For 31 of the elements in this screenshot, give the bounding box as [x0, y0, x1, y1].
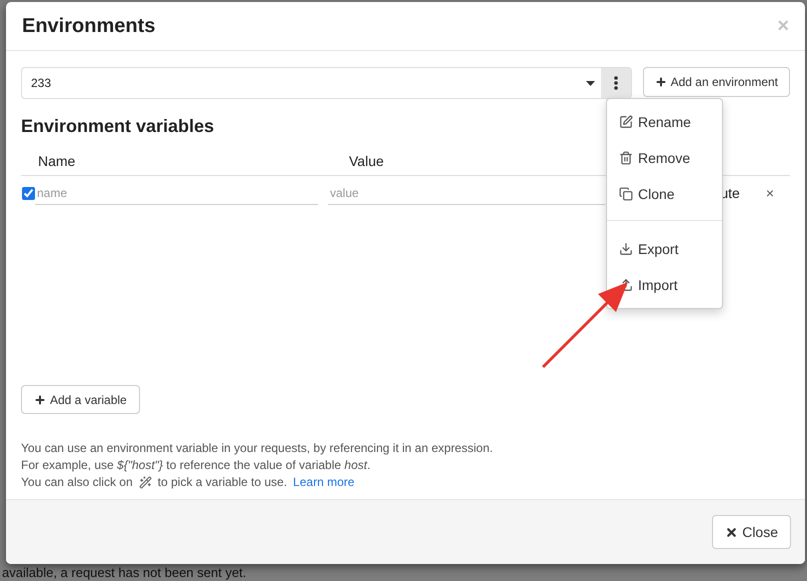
menu-item[interactable]: Remove — [607, 140, 722, 176]
edit-icon — [619, 115, 633, 129]
plus-icon — [34, 394, 46, 406]
menu-item[interactable]: Clone — [607, 176, 722, 212]
add-variable-button[interactable]: Add a variable — [21, 385, 140, 414]
learn-more-link[interactable]: Learn more — [293, 475, 354, 489]
copy-icon — [619, 187, 633, 201]
menu-item[interactable]: Rename — [607, 104, 722, 140]
plus-icon — [654, 76, 667, 88]
caret-icon — [586, 80, 595, 86]
wand-icon — [138, 476, 152, 488]
enabled-checkbox[interactable] — [22, 186, 35, 200]
section-title: Environment variables — [21, 116, 214, 137]
close-button[interactable]: Close — [712, 515, 791, 549]
trash-icon — [619, 151, 633, 165]
help-text: For example, use ${"host"} to reference the value of variable host. — [21, 458, 372, 472]
more-button[interactable] — [600, 68, 631, 98]
help-text: You can also click on — [21, 475, 133, 489]
column-header: Name — [38, 153, 76, 169]
environment-select[interactable]: 233 — [21, 67, 632, 99]
download-icon — [619, 242, 633, 256]
help-text: You can use an environment variable in your requests, by referencing it in an expression. — [21, 441, 494, 455]
more-icon — [614, 76, 618, 90]
help-text: to pick a variable to use. — [158, 475, 288, 489]
background-text: available, a request has not been sent yet. — [2, 565, 246, 580]
add-environment-button[interactable]: Add an environment — [642, 67, 790, 97]
remove-button[interactable]: × — [766, 185, 774, 201]
column-header: Value — [349, 153, 384, 169]
dialog-title: Environments — [22, 14, 156, 38]
menu-item[interactable]: Export — [607, 231, 722, 267]
close-icon — [725, 526, 738, 538]
